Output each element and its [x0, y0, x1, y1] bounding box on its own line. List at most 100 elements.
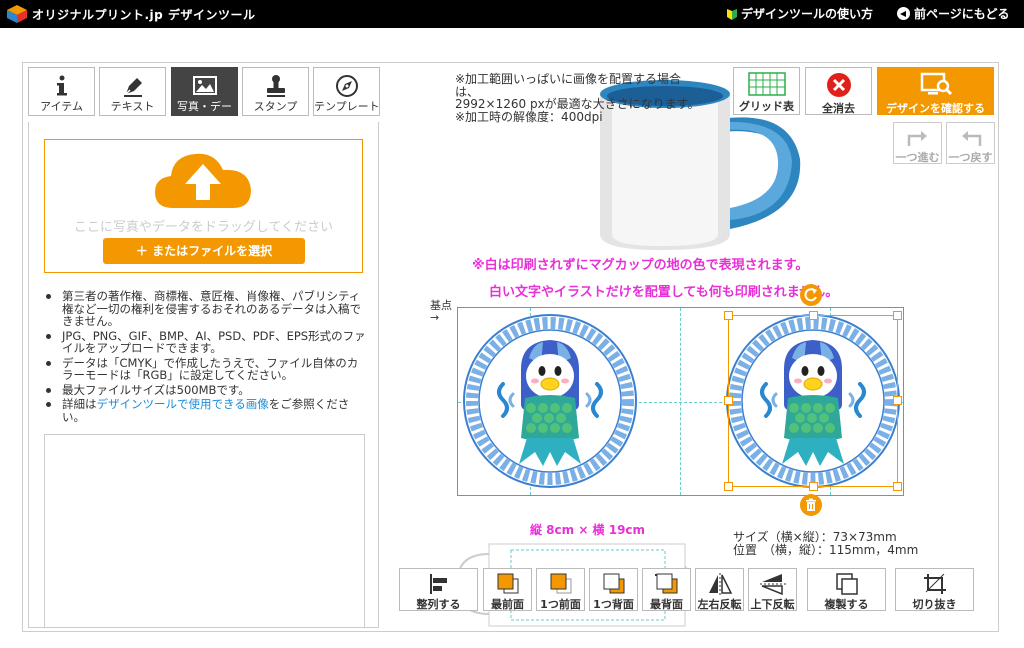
print-size-label: 縦 8cm × 横 19cm: [530, 523, 646, 537]
align-button[interactable]: 整列する: [399, 568, 478, 611]
send-backward-icon: [603, 573, 624, 594]
howto-link[interactable]: デザインツールの使い方: [726, 5, 873, 22]
upload-dropzone[interactable]: ここに写真やデータをドラッグしてください ＋ またはファイルを選択: [44, 139, 363, 273]
duplicate-label: 複製する: [824, 598, 869, 611]
image-icon: [192, 76, 217, 95]
resize-handle-br[interactable]: [893, 482, 902, 491]
rotate-handle[interactable]: [800, 284, 822, 306]
tab-label: スタンプ: [253, 101, 298, 112]
info-icon: [56, 75, 67, 96]
flip-vertical-button[interactable]: 上下反転: [748, 568, 797, 611]
bring-front-icon: [497, 573, 518, 594]
design-image-left[interactable]: [463, 314, 637, 488]
clear-all-button[interactable]: 全消去: [805, 67, 872, 115]
dropzone-text: ここに写真やデータをドラッグしてください: [73, 220, 334, 235]
flip-h-icon: [708, 573, 732, 595]
back-link[interactable]: 前ページにもどる: [897, 5, 1010, 22]
tab-text[interactable]: テキスト: [99, 67, 166, 116]
tab-label: テンプレート: [314, 101, 379, 112]
resize-handle-r[interactable]: [893, 396, 902, 405]
brand-title: オリジナルプリント.jp デザインツール: [32, 8, 256, 22]
resize-handle-bl[interactable]: [724, 482, 733, 491]
tab-item[interactable]: アイテム: [28, 67, 95, 116]
send-back-icon: [654, 573, 677, 594]
usable-images-link[interactable]: デザインツールで使用できる画像: [97, 397, 269, 411]
flip-h-label: 左右反転: [697, 598, 742, 611]
note-item-detail: 詳細はデザインツールで使用できる画像をご参照ください。: [44, 398, 366, 423]
tab-template[interactable]: テンプレート: [313, 67, 380, 116]
delete-button[interactable]: [800, 494, 822, 516]
tab-label: 写真・デー: [177, 101, 232, 112]
rotate-icon: [804, 288, 817, 302]
undo-label: 一つ戻す: [948, 151, 993, 164]
select-file-button[interactable]: ＋ またはファイルを選択: [103, 238, 305, 264]
send-back-button[interactable]: 最背面: [642, 568, 691, 611]
compass-icon: [335, 75, 358, 97]
redo-icon: [907, 131, 927, 146]
back-arrow-icon: [897, 7, 910, 20]
back-link-label: 前ページにもどる: [914, 7, 1010, 21]
hint-line: 2992×1260 pxが最適な大きさになります。: [455, 97, 700, 111]
resize-handle-tl[interactable]: [724, 311, 733, 320]
tab-photo-data[interactable]: 写真・デー: [171, 67, 238, 116]
flip-horizontal-button[interactable]: 左右反転: [695, 568, 744, 611]
tab-label: テキスト: [110, 101, 155, 112]
redo-button[interactable]: 一つ進む: [893, 122, 942, 164]
align-label: 整列する: [416, 598, 461, 611]
resize-handle-b[interactable]: [809, 482, 818, 491]
monitor-search-icon: [920, 72, 952, 96]
tab-label: アイテム: [40, 101, 83, 112]
align-icon: [429, 574, 447, 594]
object-position: 位置 （横，縦）：115mm，4mm: [733, 543, 919, 557]
hint-line: ※加工時の解像度：400dpi: [455, 109, 603, 124]
upload-notes: 第三者の著作権、商標権、意匠権、肖像権、パブリシティ権など一切の権利を侵害するお…: [44, 290, 366, 425]
send-back-label: 最背面: [650, 598, 683, 611]
pen-icon: [123, 78, 142, 97]
duplicate-icon: [835, 573, 858, 595]
flip-v-icon: [759, 574, 786, 595]
bring-front-button[interactable]: 最前面: [483, 568, 532, 611]
warning-line-2: 白い文字やイラストだけを配置しても何も印刷されません。: [489, 285, 839, 300]
clear-label: 全消去: [822, 102, 855, 115]
note-item: JPG、PNG、GIF、BMP、AI、PSD、PDF、EPS形式のファイルをアッ…: [44, 329, 366, 355]
base-point-arrow: →: [430, 311, 440, 324]
clear-icon: [826, 73, 851, 97]
resize-handle-t[interactable]: [809, 311, 818, 320]
selection-box[interactable]: [724, 311, 902, 491]
resize-handle-l[interactable]: [724, 396, 733, 405]
note-item: 第三者の著作権、商標権、意匠権、肖像権、パブリシティ権など一切の権利を侵害するお…: [44, 290, 366, 328]
bring-forward-label: 1つ前面: [540, 598, 581, 611]
resize-handle-tr[interactable]: [893, 311, 902, 320]
object-info: サイズ（横×縦）：73×73mm 位置 （横，縦）：115mm，4mm: [733, 531, 918, 557]
duplicate-button[interactable]: 複製する: [807, 568, 886, 611]
send-backward-label: 1つ背面: [593, 598, 634, 611]
warning-line-1: ※白は印刷されずにマグカップの地の色で表現されます。: [472, 258, 809, 273]
grid-toggle-button[interactable]: グリッド表示: [733, 67, 800, 115]
image-list-area: [44, 434, 365, 628]
crop-button[interactable]: 切り抜き: [895, 568, 974, 611]
flip-v-label: 上下反転: [750, 598, 795, 611]
bring-front-label: 最前面: [491, 598, 524, 611]
grid-label: グリッド表示: [739, 100, 794, 113]
beginner-leaf-icon: [727, 9, 737, 20]
brand-logo: [7, 5, 27, 23]
grid-icon: [747, 72, 786, 96]
confirm-design-button[interactable]: デザインを確認する: [877, 67, 994, 115]
bring-forward-icon: [550, 573, 571, 594]
undo-button[interactable]: 一つ戻す: [946, 122, 995, 164]
redo-label: 一つ進む: [895, 151, 940, 164]
trash-icon: [806, 498, 816, 511]
confirm-label: デザインを確認する: [886, 102, 985, 115]
bring-forward-button[interactable]: 1つ前面: [536, 568, 585, 611]
send-backward-button[interactable]: 1つ背面: [589, 568, 638, 611]
upload-cloud-icon: [155, 153, 251, 208]
tab-stamp[interactable]: スタンプ: [242, 67, 309, 116]
crop-label: 切り抜き: [912, 598, 957, 611]
note-item: データは「CMYK」で作成したうえで、ファイル自体のカラーモードは「RGB」に設…: [44, 356, 366, 382]
top-bar: オリジナルプリント.jp デザインツール デザインツールの使い方 前ページにもど…: [0, 0, 1024, 28]
howto-link-label: デザインツールの使い方: [741, 7, 874, 21]
stamp-icon: [266, 75, 285, 97]
hint-line: ※加工範囲いっぱいに画像を配置する場合は、: [455, 72, 682, 99]
crop-icon: [923, 573, 946, 594]
base-point-label: 基点 →: [430, 300, 452, 324]
